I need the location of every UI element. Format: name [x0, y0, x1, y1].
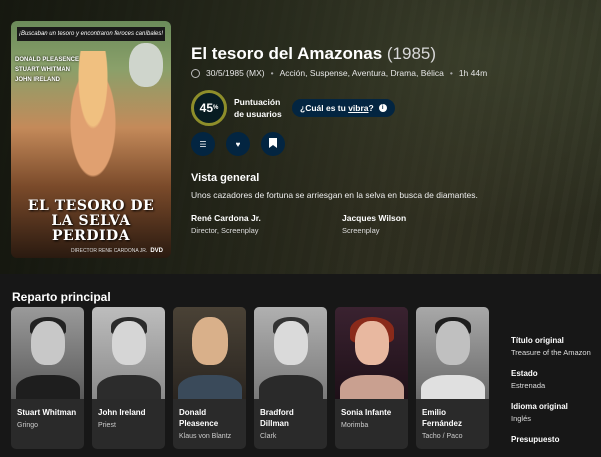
overview-text: Unos cazadores de fortuna se arriesgan e… [191, 190, 478, 200]
genres[interactable]: Acción, Suspense, Aventura, Drama, Bélic… [280, 68, 444, 78]
fact-label: Estado [511, 369, 538, 378]
cast-section: Reparto principal Stuart Whitman Gringo J… [0, 274, 601, 457]
movie-year: (1985) [386, 44, 437, 63]
cast-photo [254, 307, 327, 399]
cast-name: Donald Pleasence Klaus von Blantz [179, 407, 243, 442]
cast-heading: Reparto principal [12, 290, 111, 304]
cast-character: Tacho / Paco [422, 433, 463, 440]
cast-photo [92, 307, 165, 399]
fact-label: Título original [511, 336, 564, 345]
info-icon: i [378, 104, 387, 112]
separator-dot: • [449, 68, 453, 78]
add-to-list-button[interactable]: ☰ [191, 132, 215, 156]
favorite-button[interactable]: ♥ [226, 132, 250, 156]
crew-name[interactable]: Jacques Wilson [342, 213, 493, 223]
runtime: 1h 44m [458, 68, 488, 78]
poster-mask-art [129, 43, 163, 87]
cast-name-text: Stuart Whitman [17, 408, 77, 417]
release-date: 30/5/1985 (MX) [206, 68, 265, 78]
cast-photo [11, 307, 84, 399]
cast-name: Sonia Infante Morimba [341, 407, 405, 431]
cast-name: Bradford Dillman Clark [260, 407, 324, 442]
poster-tagline: ¡Buscaban un tesoro y encontraron feroce… [17, 27, 165, 41]
poster-director: DIRECTOR RENE CARDONA JR. [71, 248, 148, 254]
cast-name-text: Bradford Dillman [260, 408, 294, 428]
movie-poster[interactable]: ¡Buscaban un tesoro y encontraron feroce… [11, 21, 171, 258]
cast-card[interactable]: John Ireland Priest [92, 307, 165, 449]
vibe-suffix: ? [368, 103, 374, 113]
list-icon: ☰ [199, 139, 207, 149]
crew-role: Director, Screenplay [191, 226, 259, 235]
crew-list: René Cardona Jr. Director, Screenplay Ja… [191, 213, 493, 235]
movie-header: ¡Buscaban un tesoro y encontraron feroce… [0, 0, 601, 274]
score-row: 45% Puntuación de usuarios ¿Cuál es tu v… [191, 90, 395, 126]
vibe-label: ¿Cuál es tu vibra? [300, 103, 374, 113]
cast-name-text: John Ireland [98, 408, 146, 417]
vibe-prefix: ¿Cuál es tu [300, 103, 349, 113]
fact-label: Idioma original [511, 402, 568, 411]
cast-character: Klaus von Blantz [179, 433, 232, 440]
movie-info: El tesoro del Amazonas (1985) 30/5/1985 … [191, 44, 591, 235]
cast-name: John Ireland Priest [98, 407, 162, 431]
overview-heading: Vista general [191, 172, 260, 184]
cast-photo [416, 307, 489, 399]
user-score-ring[interactable]: 45% [191, 90, 227, 126]
cast-name-text: Sonia Infante [341, 408, 392, 417]
cast-character: Priest [98, 422, 116, 429]
user-score-value: 45 [199, 101, 213, 115]
heart-icon: ♥ [235, 139, 241, 149]
user-score-label: Puntuación de usuarios [234, 97, 282, 119]
crew-role: Screenplay [342, 226, 380, 235]
vibe-button[interactable]: ¿Cuál es tu vibra? i [292, 99, 395, 117]
cast-name-text: Emilio Fernández [422, 408, 463, 428]
fact-label: Presupuesto [511, 435, 560, 444]
user-score-unit: % [213, 105, 219, 111]
cast-name-text: Donald Pleasence [179, 408, 219, 428]
cast-name: Stuart Whitman Gringo [17, 407, 81, 431]
cast-photo [335, 307, 408, 399]
vibe-word: vibra [348, 103, 369, 113]
crew-item: Jacques Wilson Screenplay [342, 213, 493, 235]
separator-dot: • [270, 68, 274, 78]
facts-sidebar: Título original Treasure of the Amazon E… [511, 336, 601, 444]
cast-character: Gringo [17, 422, 39, 429]
poster-figure-art [63, 51, 123, 181]
fact-value: Treasure of the Amazon [511, 348, 591, 357]
movie-title[interactable]: El tesoro del Amazonas [191, 44, 382, 63]
bookmark-icon [269, 138, 277, 150]
crew-name[interactable]: René Cardona Jr. [191, 213, 342, 223]
poster-title: EL TESORO DE LA SELVA PERDIDA [27, 198, 155, 244]
certification-icon [191, 68, 200, 78]
crew-item: René Cardona Jr. Director, Screenplay [191, 213, 342, 235]
cast-card[interactable]: Bradford Dillman Clark [254, 307, 327, 449]
cast-character: Morimba [341, 422, 369, 429]
cast-card[interactable]: Donald Pleasence Klaus von Blantz [173, 307, 246, 449]
cast-card[interactable]: Emilio Fernández Tacho / Paco [416, 307, 489, 449]
movie-facts: 30/5/1985 (MX) • Acción, Suspense, Avent… [191, 68, 591, 78]
fact-value: Inglés [511, 414, 532, 423]
movie-title-row: El tesoro del Amazonas (1985) [191, 44, 591, 64]
cast-photo [173, 307, 246, 399]
cast-character: Clark [260, 433, 277, 440]
cast-card[interactable]: Stuart Whitman Gringo [11, 307, 84, 449]
action-buttons: ☰ ♥ [191, 132, 285, 156]
poster-dvd-logo: DVD [150, 248, 163, 254]
cast-card[interactable]: Sonia Infante Morimba [335, 307, 408, 449]
cast-list: Stuart Whitman Gringo John Ireland Priest … [11, 307, 489, 449]
cast-name: Emilio Fernández Tacho / Paco [422, 407, 486, 442]
fact-value: Estrenada [511, 381, 546, 390]
watchlist-button[interactable] [261, 132, 285, 156]
